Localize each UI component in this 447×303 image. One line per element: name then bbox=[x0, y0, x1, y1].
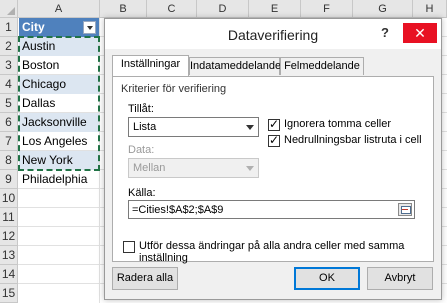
tab-input-message[interactable]: Indatameddelande bbox=[189, 57, 281, 75]
row-header-2[interactable]: 2 bbox=[0, 37, 18, 56]
data-label: Data: bbox=[128, 144, 155, 156]
source-input[interactable]: =Cities!$A$2;$A$9 bbox=[128, 200, 415, 219]
tab-settings[interactable]: Inställningar bbox=[112, 55, 189, 76]
column-header-f[interactable]: F bbox=[301, 0, 353, 18]
row-header-5[interactable]: 5 bbox=[0, 94, 18, 113]
column-header-a[interactable]: A bbox=[18, 0, 100, 18]
apply-all-checkbox[interactable] bbox=[123, 241, 135, 253]
column-header-h[interactable]: H bbox=[413, 0, 447, 18]
row-header-6[interactable]: 6 bbox=[0, 113, 18, 132]
cell-a1[interactable]: City bbox=[19, 18, 99, 37]
dialog-titlebar[interactable]: Dataverifiering ? ✕ bbox=[105, 19, 441, 49]
allow-select[interactable]: Lista bbox=[128, 117, 259, 137]
ignore-blank-checkbox[interactable] bbox=[268, 117, 280, 131]
allow-select-value: Lista bbox=[133, 121, 157, 133]
cancel-button[interactable]: Avbryt bbox=[367, 267, 433, 290]
chevron-down-icon[interactable] bbox=[242, 159, 258, 177]
in-cell-dropdown-label: Nedrullningsbar listruta i cell bbox=[284, 134, 422, 146]
row-header-1[interactable]: 1 bbox=[0, 18, 18, 37]
copy-selection-border bbox=[18, 36, 100, 171]
row-header-11[interactable]: 11 bbox=[0, 208, 18, 227]
row-header-14[interactable]: 14 bbox=[0, 265, 18, 284]
data-validation-dialog: Dataverifiering ? ✕ Inställningar Indata… bbox=[104, 18, 442, 300]
data-select[interactable]: Mellan bbox=[128, 158, 259, 178]
clear-all-button[interactable]: Radera alla bbox=[112, 267, 178, 290]
row-header-12[interactable]: 12 bbox=[0, 227, 18, 246]
column-header-e[interactable]: E bbox=[249, 0, 301, 18]
ignore-blank-label: Ignorera tomma celler bbox=[284, 118, 391, 130]
row-header-15[interactable]: 15 bbox=[0, 284, 18, 303]
row-header-13[interactable]: 13 bbox=[0, 246, 18, 265]
cell-a9[interactable]: Philadelphia bbox=[19, 170, 99, 189]
column-header-c[interactable]: C bbox=[147, 0, 197, 18]
row-header-3[interactable]: 3 bbox=[0, 56, 18, 75]
row-header-10[interactable]: 10 bbox=[0, 189, 18, 208]
table-header-label: City bbox=[22, 20, 45, 34]
column-header-g[interactable]: G bbox=[353, 0, 413, 18]
dialog-title: Dataverifiering bbox=[227, 27, 319, 43]
row-header-9[interactable]: 9 bbox=[0, 170, 18, 189]
row-header-7[interactable]: 7 bbox=[0, 132, 18, 151]
filter-dropdown-icon[interactable] bbox=[83, 21, 96, 34]
ok-button[interactable]: OK bbox=[294, 267, 360, 290]
select-all-corner[interactable] bbox=[0, 0, 18, 18]
settings-panel: Kriterier för verifiering Tillåt: Lista … bbox=[112, 76, 434, 264]
data-select-value: Mellan bbox=[133, 162, 166, 174]
allow-label: Tillåt: bbox=[128, 103, 154, 115]
close-button[interactable]: ✕ bbox=[403, 23, 437, 43]
apply-all-label: Utför dessa ändringar på alla andra cell… bbox=[139, 240, 405, 264]
row-header-8[interactable]: 8 bbox=[0, 151, 18, 170]
source-label: Källa: bbox=[128, 187, 156, 199]
row-header-4[interactable]: 4 bbox=[0, 75, 18, 94]
column-header-d[interactable]: D bbox=[197, 0, 249, 18]
range-selector-icon[interactable] bbox=[398, 203, 412, 216]
criteria-group-title: Kriterier för verifiering bbox=[121, 83, 227, 95]
tab-error-message[interactable]: Felmeddelande bbox=[280, 57, 364, 75]
help-button[interactable]: ? bbox=[381, 25, 389, 40]
chevron-down-icon[interactable] bbox=[242, 118, 258, 136]
in-cell-dropdown-checkbox[interactable] bbox=[268, 133, 280, 147]
source-input-value: =Cities!$A$2;$A$9 bbox=[132, 204, 224, 216]
column-header-b[interactable]: B bbox=[100, 0, 147, 18]
